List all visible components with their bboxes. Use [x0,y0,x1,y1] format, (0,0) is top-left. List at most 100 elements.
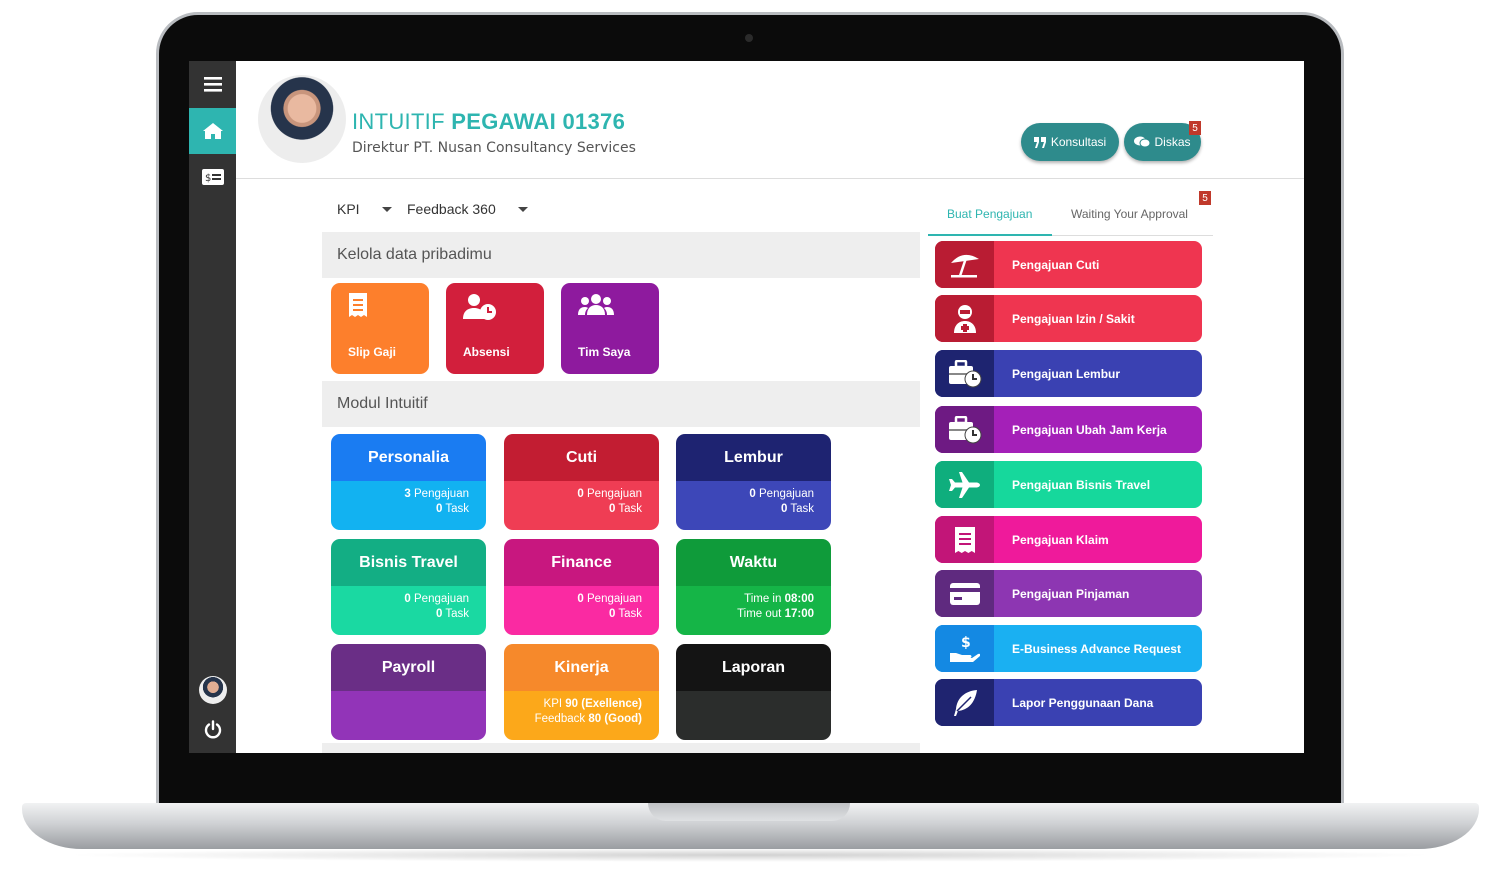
logout-button[interactable] [189,707,236,753]
module-line-1: 0 Pengajuan [676,487,814,502]
menu-toggle-button[interactable] [189,61,236,107]
module-title: Finance [504,539,659,586]
tab-waiting-approval[interactable]: Waiting Your Approval [1071,207,1188,221]
tile-slip-gaji[interactable]: Slip Gaji [331,283,429,374]
module-line-2: 0 Task [504,607,642,622]
feather-icon [935,679,994,726]
tile-absensi[interactable]: Absensi [446,283,544,374]
kpi-label: KPI [337,201,360,217]
module-count-label: Pengajuan [587,593,642,605]
tile-label: Slip Gaji [348,345,397,359]
module-task-count: 0 [608,503,616,515]
request-label: Lapor Penggunaan Dana [1012,695,1154,710]
sidebar-item-payroll[interactable]: $ [189,154,236,200]
module-task-label: Task [445,608,469,620]
tab-buat-pengajuan[interactable]: Buat Pengajuan [947,207,1032,221]
module-title: Waktu [676,539,831,586]
module-line-value: 08:00 [784,593,814,605]
module-title: Kinerja [504,644,659,691]
module-waktu[interactable]: Waktu Time in 08:00 Time out 17:00 [676,539,831,635]
request-label: Pengajuan Klaim [1012,532,1109,547]
request-pengajuan-pinjaman[interactable]: Pengajuan Pinjaman [935,570,1202,617]
name-bold: PEGAWAI 01376 [451,109,626,134]
module-task-count: 0 [435,503,443,515]
request-label: E-Business Advance Request [1012,641,1181,656]
module-stats: 0 Pengajuan 0 Task [676,481,831,530]
module-line-1: 0 Pengajuan [504,487,642,502]
waiting-badge: 5 [1199,191,1211,205]
request-label: Pengajuan Ubah Jam Kerja [1012,422,1167,437]
user-sick-icon [935,295,994,342]
laptop-notch [648,803,850,821]
module-stats [331,691,486,740]
module-stats: 0 Pengajuan 0 Task [504,586,659,635]
module-line-2: Time out 17:00 [676,607,814,622]
diskas-label: Diskas [1154,135,1191,149]
request-e-business-advance-request[interactable]: $ E-Business Advance Request [935,625,1202,672]
module-stats: 0 Pengajuan 0 Task [504,481,659,530]
konsultasi-button[interactable]: Konsultasi [1021,123,1119,161]
user-clock-icon [463,294,496,320]
module-payroll[interactable]: Payroll [331,644,486,740]
request-pengajuan-cuti[interactable]: Pengajuan Cuti [935,241,1202,288]
receipt-icon [349,293,367,317]
active-tab-underline [928,234,1052,236]
request-lapor-penggunaan-dana[interactable]: Lapor Penggunaan Dana [935,679,1202,726]
request-pengajuan-izin-sakit[interactable]: Pengajuan Izin / Sakit [935,295,1202,342]
camera [745,34,753,42]
comments-icon [1134,136,1151,148]
app-screen: $ INTUITIF PEGAWAI 01376 Direktur PT. Nu… [189,61,1304,753]
avatar [198,676,227,704]
module-count-label: Pengajuan [414,593,469,605]
chevron-down-icon [381,206,392,212]
feedback-dropdown[interactable]: Feedback 360 [407,201,528,217]
module-task-label: Task [618,503,642,515]
request-pengajuan-lembur[interactable]: Pengajuan Lembur [935,350,1202,397]
module-bisnis-travel[interactable]: Bisnis Travel 0 Pengajuan 0 Task [331,539,486,635]
credit-card-icon [935,570,994,617]
module-title: Payroll [331,644,486,691]
section-modules: Modul Intuitif [322,381,920,427]
request-label: Pengajuan Izin / Sakit [1012,311,1135,326]
module-stats: Time in 08:00 Time out 17:00 [676,586,831,635]
quote-icon [1033,136,1046,148]
request-pengajuan-ubah-jam-kerja[interactable]: Pengajuan Ubah Jam Kerja [935,406,1202,453]
module-line-1: 0 Pengajuan [331,592,469,607]
module-line-value: 80 (Good) [588,713,642,725]
module-count: 0 [577,593,584,605]
svg-text:$: $ [961,635,971,651]
plane-icon [935,461,994,508]
module-title: Bisnis Travel [331,539,486,586]
tile-tim-saya[interactable]: Tim Saya [561,283,659,374]
home-icon [202,123,223,139]
request-label: Pengajuan Lembur [1012,366,1121,381]
kpi-dropdown[interactable]: KPI [337,201,392,217]
approval-tabs: Buat Pengajuan Waiting Your Approval 5 [928,191,1213,236]
module-title: Lembur [676,434,831,481]
module-line-label: Time in [744,593,782,605]
request-label: Pengajuan Cuti [1012,257,1100,272]
module-line-1: 3 Pengajuan [331,487,469,502]
employee-title: Direktur PT. Nusan Consultancy Services [352,140,636,156]
module-cuti[interactable]: Cuti 0 Pengajuan 0 Task [504,434,659,530]
module-finance[interactable]: Finance 0 Pengajuan 0 Task [504,539,659,635]
module-line-value: 90 (Exellence) [565,698,642,710]
request-pengajuan-bisnis-travel[interactable]: Pengajuan Bisnis Travel [935,461,1202,508]
module-line-1: 0 Pengajuan [504,592,642,607]
module-stats: KPI 90 (Exellence) Feedback 80 (Good) [504,691,659,740]
receipt-icon [935,516,994,563]
module-laporan[interactable]: Laporan [676,644,831,740]
module-task-count: 0 [608,608,616,620]
briefcase-clock-icon [935,350,994,397]
module-line-2: 0 Task [331,502,469,517]
module-line-label: Time out [737,608,782,620]
module-lembur[interactable]: Lembur 0 Pengajuan 0 Task [676,434,831,530]
request-pengajuan-klaim[interactable]: Pengajuan Klaim [935,516,1202,563]
module-personalia[interactable]: Personalia 3 Pengajuan 0 Task [331,434,486,530]
module-stats: 3 Pengajuan 0 Task [331,481,486,530]
module-count-label: Pengajuan [759,488,814,500]
module-task-label: Task [618,608,642,620]
module-stats: 0 Pengajuan 0 Task [331,586,486,635]
module-kinerja[interactable]: Kinerja KPI 90 (Exellence) Feedback 80 (G… [504,644,659,740]
sidebar-item-home[interactable] [189,108,236,154]
